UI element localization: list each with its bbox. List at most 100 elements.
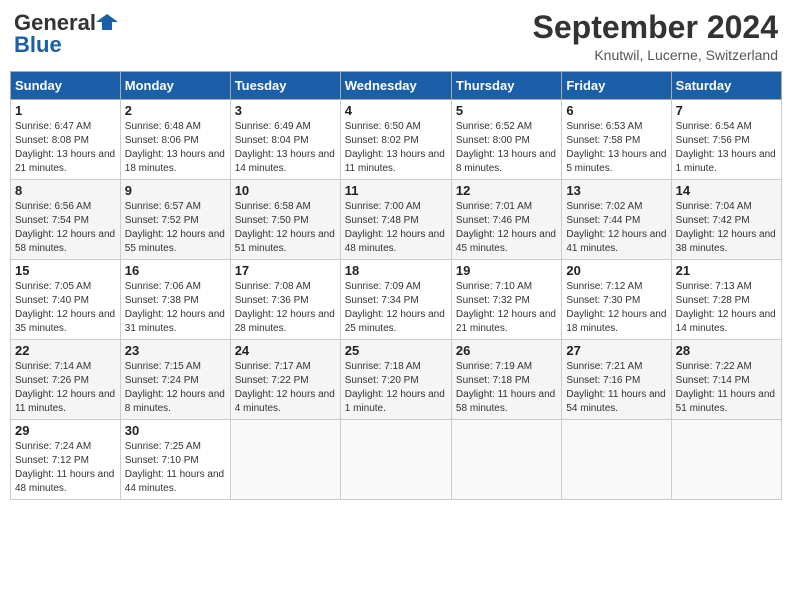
calendar-week-row: 8 Sunrise: 6:56 AMSunset: 7:54 PMDayligh… [11,180,782,260]
col-sunday: Sunday [11,72,121,100]
table-row: 7 Sunrise: 6:54 AMSunset: 7:56 PMDayligh… [671,100,781,180]
table-row: 12 Sunrise: 7:01 AMSunset: 7:46 PMDaylig… [451,180,561,260]
day-number: 14 [676,183,777,198]
day-detail: Sunrise: 6:49 AMSunset: 8:04 PMDaylight:… [235,120,336,176]
table-row: 30 Sunrise: 7:25 AMSunset: 7:10 PMDaylig… [120,420,230,500]
day-number: 18 [345,263,447,278]
day-number: 24 [235,343,336,358]
day-number: 19 [456,263,557,278]
day-detail: Sunrise: 6:48 AMSunset: 8:06 PMDaylight:… [125,120,226,176]
table-row: 3 Sunrise: 6:49 AMSunset: 8:04 PMDayligh… [230,100,340,180]
col-tuesday: Tuesday [230,72,340,100]
day-detail: Sunrise: 7:01 AMSunset: 7:46 PMDaylight:… [456,200,557,256]
table-row: 22 Sunrise: 7:14 AMSunset: 7:26 PMDaylig… [11,340,121,420]
calendar-week-row: 15 Sunrise: 7:05 AMSunset: 7:40 PMDaylig… [11,260,782,340]
day-number: 2 [125,103,226,118]
day-detail: Sunrise: 7:10 AMSunset: 7:32 PMDaylight:… [456,280,557,336]
day-detail: Sunrise: 7:18 AMSunset: 7:20 PMDaylight:… [345,360,447,416]
table-row: 21 Sunrise: 7:13 AMSunset: 7:28 PMDaylig… [671,260,781,340]
table-row: 1 Sunrise: 6:47 AMSunset: 8:08 PMDayligh… [11,100,121,180]
day-detail: Sunrise: 6:58 AMSunset: 7:50 PMDaylight:… [235,200,336,256]
col-saturday: Saturday [671,72,781,100]
table-row: 2 Sunrise: 6:48 AMSunset: 8:06 PMDayligh… [120,100,230,180]
day-number: 3 [235,103,336,118]
table-row: 14 Sunrise: 7:04 AMSunset: 7:42 PMDaylig… [671,180,781,260]
day-number: 28 [676,343,777,358]
table-row: 19 Sunrise: 7:10 AMSunset: 7:32 PMDaylig… [451,260,561,340]
day-number: 8 [15,183,116,198]
table-row [340,420,451,500]
day-detail: Sunrise: 7:12 AMSunset: 7:30 PMDaylight:… [566,280,666,336]
col-friday: Friday [562,72,671,100]
day-detail: Sunrise: 7:22 AMSunset: 7:14 PMDaylight:… [676,360,777,416]
table-row: 29 Sunrise: 7:24 AMSunset: 7:12 PMDaylig… [11,420,121,500]
day-detail: Sunrise: 7:00 AMSunset: 7:48 PMDaylight:… [345,200,447,256]
calendar-week-row: 1 Sunrise: 6:47 AMSunset: 8:08 PMDayligh… [11,100,782,180]
day-number: 15 [15,263,116,278]
table-row [230,420,340,500]
day-detail: Sunrise: 7:15 AMSunset: 7:24 PMDaylight:… [125,360,226,416]
day-number: 12 [456,183,557,198]
day-detail: Sunrise: 6:56 AMSunset: 7:54 PMDaylight:… [15,200,116,256]
day-number: 30 [125,423,226,438]
page-header: General Blue September 2024 Knutwil, Luc… [10,10,782,63]
title-area: September 2024 Knutwil, Lucerne, Switzer… [533,10,778,63]
table-row: 26 Sunrise: 7:19 AMSunset: 7:18 PMDaylig… [451,340,561,420]
day-number: 29 [15,423,116,438]
day-number: 21 [676,263,777,278]
day-detail: Sunrise: 7:06 AMSunset: 7:38 PMDaylight:… [125,280,226,336]
col-monday: Monday [120,72,230,100]
day-number: 1 [15,103,116,118]
day-number: 5 [456,103,557,118]
table-row: 18 Sunrise: 7:09 AMSunset: 7:34 PMDaylig… [340,260,451,340]
table-row: 24 Sunrise: 7:17 AMSunset: 7:22 PMDaylig… [230,340,340,420]
logo: General Blue [14,10,118,58]
day-number: 4 [345,103,447,118]
day-detail: Sunrise: 7:05 AMSunset: 7:40 PMDaylight:… [15,280,116,336]
day-number: 6 [566,103,666,118]
day-detail: Sunrise: 7:13 AMSunset: 7:28 PMDaylight:… [676,280,777,336]
table-row: 28 Sunrise: 7:22 AMSunset: 7:14 PMDaylig… [671,340,781,420]
calendar-week-row: 29 Sunrise: 7:24 AMSunset: 7:12 PMDaylig… [11,420,782,500]
table-row: 25 Sunrise: 7:18 AMSunset: 7:20 PMDaylig… [340,340,451,420]
table-row: 13 Sunrise: 7:02 AMSunset: 7:44 PMDaylig… [562,180,671,260]
day-detail: Sunrise: 7:21 AMSunset: 7:16 PMDaylight:… [566,360,666,416]
table-row [451,420,561,500]
day-number: 22 [15,343,116,358]
table-row: 11 Sunrise: 7:00 AMSunset: 7:48 PMDaylig… [340,180,451,260]
day-number: 9 [125,183,226,198]
day-detail: Sunrise: 7:08 AMSunset: 7:36 PMDaylight:… [235,280,336,336]
day-detail: Sunrise: 6:50 AMSunset: 8:02 PMDaylight:… [345,120,447,176]
day-number: 27 [566,343,666,358]
day-number: 13 [566,183,666,198]
table-row: 15 Sunrise: 7:05 AMSunset: 7:40 PMDaylig… [11,260,121,340]
table-row: 10 Sunrise: 6:58 AMSunset: 7:50 PMDaylig… [230,180,340,260]
table-row: 9 Sunrise: 6:57 AMSunset: 7:52 PMDayligh… [120,180,230,260]
day-number: 10 [235,183,336,198]
day-number: 7 [676,103,777,118]
day-detail: Sunrise: 6:54 AMSunset: 7:56 PMDaylight:… [676,120,777,176]
table-row: 8 Sunrise: 6:56 AMSunset: 7:54 PMDayligh… [11,180,121,260]
day-detail: Sunrise: 7:14 AMSunset: 7:26 PMDaylight:… [15,360,116,416]
table-row: 6 Sunrise: 6:53 AMSunset: 7:58 PMDayligh… [562,100,671,180]
day-detail: Sunrise: 6:52 AMSunset: 8:00 PMDaylight:… [456,120,557,176]
table-row: 16 Sunrise: 7:06 AMSunset: 7:38 PMDaylig… [120,260,230,340]
day-number: 20 [566,263,666,278]
header-row: Sunday Monday Tuesday Wednesday Thursday… [11,72,782,100]
col-thursday: Thursday [451,72,561,100]
logo-text-blue: Blue [14,32,62,58]
table-row: 27 Sunrise: 7:21 AMSunset: 7:16 PMDaylig… [562,340,671,420]
day-detail: Sunrise: 7:17 AMSunset: 7:22 PMDaylight:… [235,360,336,416]
table-row: 20 Sunrise: 7:12 AMSunset: 7:30 PMDaylig… [562,260,671,340]
location: Knutwil, Lucerne, Switzerland [533,47,778,63]
col-wednesday: Wednesday [340,72,451,100]
logo-bird-icon [96,12,118,34]
table-row [671,420,781,500]
table-row: 5 Sunrise: 6:52 AMSunset: 8:00 PMDayligh… [451,100,561,180]
day-detail: Sunrise: 7:04 AMSunset: 7:42 PMDaylight:… [676,200,777,256]
day-number: 16 [125,263,226,278]
day-detail: Sunrise: 7:09 AMSunset: 7:34 PMDaylight:… [345,280,447,336]
day-detail: Sunrise: 6:47 AMSunset: 8:08 PMDaylight:… [15,120,116,176]
day-number: 23 [125,343,226,358]
day-detail: Sunrise: 7:25 AMSunset: 7:10 PMDaylight:… [125,440,226,496]
